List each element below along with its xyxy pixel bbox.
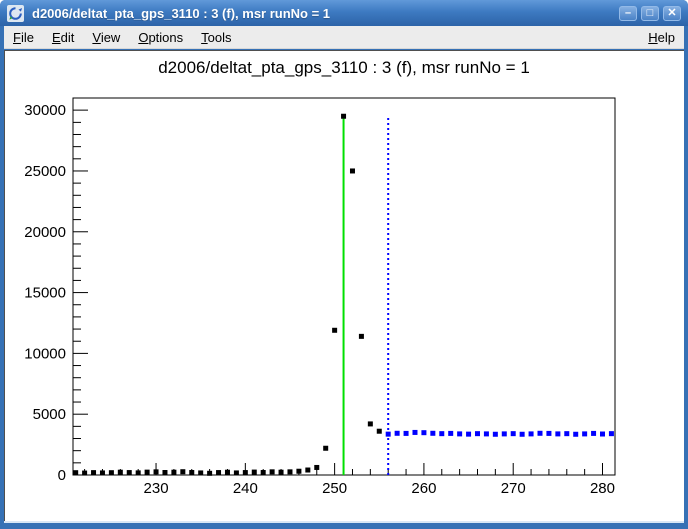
- window-controls: – □ ✕: [619, 6, 681, 21]
- menu-right-group: Help: [639, 27, 684, 48]
- post-t0-region-point: [511, 431, 516, 436]
- raw-histogram-point: [73, 470, 78, 475]
- root-canvas-window: d2006/deltat_pta_gps_3110 : 3 (f), msr r…: [0, 0, 688, 529]
- x-tick-label: 260: [411, 480, 436, 497]
- root-app-icon: [7, 5, 24, 22]
- menu-left-group: FileEditViewOptionsTools: [4, 27, 241, 48]
- raw-histogram-point: [234, 470, 239, 475]
- raw-histogram-point: [109, 470, 114, 475]
- raw-histogram-point: [243, 470, 248, 475]
- y-tick-label: 20000: [24, 224, 66, 241]
- raw-histogram-point: [127, 470, 132, 475]
- post-t0-region-point: [609, 431, 614, 436]
- post-t0-region-point: [421, 430, 426, 435]
- raw-histogram-point: [216, 470, 221, 475]
- post-t0-region-point: [484, 431, 489, 436]
- post-t0-region-point: [520, 432, 525, 437]
- post-t0-region-point: [600, 432, 605, 437]
- post-t0-region-point: [466, 432, 471, 437]
- menu-item-help[interactable]: Help: [639, 27, 684, 48]
- raw-histogram-point: [261, 470, 266, 475]
- raw-histogram-point: [270, 469, 275, 474]
- y-tick-label: 15000: [24, 285, 66, 302]
- post-t0-region-point: [448, 431, 453, 436]
- menu-item-edit[interactable]: Edit: [43, 27, 83, 48]
- raw-histogram-point: [100, 470, 105, 475]
- post-t0-region-point: [564, 431, 569, 436]
- post-t0-region-point: [475, 431, 480, 436]
- raw-histogram-point: [323, 446, 328, 451]
- post-t0-region-point: [430, 431, 435, 436]
- raw-histogram-point: [296, 469, 301, 474]
- y-tick-label: 30000: [24, 102, 66, 119]
- y-tick-label: 10000: [24, 345, 66, 362]
- plot-area[interactable]: 230 240 250 260 270 280 0 5000 10000 15000 20000 25…: [5, 51, 684, 521]
- raw-histogram-point: [82, 471, 87, 476]
- raw-histogram-point: [189, 470, 194, 475]
- post-t0-region-point: [502, 431, 507, 436]
- post-t0-region-point: [439, 431, 444, 436]
- post-t0-region-point: [386, 432, 391, 437]
- raw-histogram-point: [91, 470, 96, 475]
- raw-histogram-point: [287, 469, 292, 474]
- post-t0-region-point: [591, 431, 596, 436]
- raw-histogram-point: [154, 469, 159, 474]
- post-t0-region-point: [573, 432, 578, 437]
- raw-histogram-point: [171, 470, 176, 475]
- x-tick-label: 270: [501, 480, 526, 497]
- post-t0-region-point: [555, 431, 560, 436]
- x-tick-label: 240: [233, 480, 258, 497]
- x-tick-label: 230: [144, 480, 169, 497]
- menu-item-tools[interactable]: Tools: [192, 27, 240, 48]
- menu-item-file[interactable]: File: [4, 27, 43, 48]
- post-t0-region-point: [529, 431, 534, 436]
- raw-histogram-point: [136, 470, 141, 475]
- close-button[interactable]: ✕: [663, 6, 681, 21]
- raw-histogram-point: [368, 421, 373, 426]
- raw-histogram-point: [314, 465, 319, 470]
- post-t0-region-point: [537, 431, 542, 436]
- raw-histogram-point: [118, 470, 123, 475]
- menubar: FileEditViewOptionsTools Help: [4, 26, 684, 49]
- raw-histogram-point: [198, 470, 203, 475]
- root-canvas[interactable]: d2006/deltat_pta_gps_3110 : 3 (f), msr r…: [4, 50, 684, 521]
- post-t0-region-point: [457, 431, 462, 436]
- minimize-button[interactable]: –: [619, 6, 637, 21]
- y-tick-label: 25000: [24, 163, 66, 180]
- y-tick-label: 0: [58, 467, 66, 484]
- post-t0-region-point: [493, 432, 498, 437]
- raw-histogram-point: [207, 471, 212, 476]
- raw-histogram-point: [225, 470, 230, 475]
- raw-histogram-point: [350, 168, 355, 173]
- titlebar[interactable]: d2006/deltat_pta_gps_3110 : 3 (f), msr r…: [0, 0, 688, 26]
- post-t0-region-point: [582, 431, 587, 436]
- x-tick-label: 280: [590, 480, 615, 497]
- post-t0-region-point: [404, 431, 409, 436]
- raw-histogram-point: [252, 470, 257, 475]
- raw-histogram-point: [279, 470, 284, 475]
- menu-item-view[interactable]: View: [83, 27, 129, 48]
- raw-histogram-point: [180, 469, 185, 474]
- post-t0-region-point: [395, 431, 400, 436]
- raw-histogram-point: [162, 470, 167, 475]
- raw-histogram-point: [341, 114, 346, 119]
- raw-histogram-point: [359, 334, 364, 339]
- maximize-button[interactable]: □: [641, 6, 659, 21]
- post-t0-region-point: [412, 430, 417, 435]
- menu-item-options[interactable]: Options: [129, 27, 192, 48]
- raw-histogram-point: [377, 429, 382, 434]
- y-tick-label: 5000: [33, 406, 66, 423]
- post-t0-region-point: [546, 431, 551, 436]
- window-title: d2006/deltat_pta_gps_3110 : 3 (f), msr r…: [32, 6, 619, 21]
- raw-histogram-point: [305, 468, 310, 473]
- raw-histogram-point: [332, 328, 337, 333]
- raw-histogram-point: [145, 470, 150, 475]
- x-tick-label: 250: [322, 480, 347, 497]
